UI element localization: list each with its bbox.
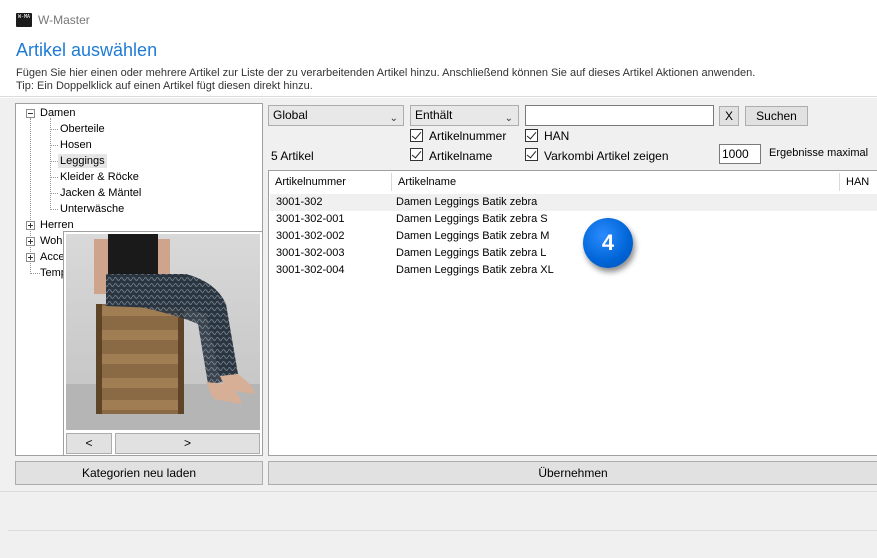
table-row[interactable]: 3001-302-003 Damen Leggings Batik zebra …	[270, 245, 877, 262]
tree-item-unterwaesche[interactable]: Unterwäsche	[60, 202, 124, 216]
cell-artikelnummer: 3001-302-004	[276, 264, 345, 276]
clear-search-button[interactable]: X	[719, 106, 739, 126]
product-image	[66, 234, 260, 430]
table-row[interactable]: 3001-302-002 Damen Leggings Batik zebra …	[270, 228, 877, 245]
table-row[interactable]: 3001-302 Damen Leggings Batik zebra	[270, 194, 877, 211]
window-title: W-Master	[38, 13, 90, 27]
column-header-artikelname[interactable]: Artikelname	[392, 171, 832, 193]
app-icon-text: W-MA	[18, 14, 31, 20]
scope-select-value: Global	[273, 108, 308, 122]
header-divider	[0, 96, 877, 97]
varkombi-checkbox[interactable]	[525, 148, 538, 161]
tree-line	[50, 209, 58, 210]
result-count: 5 Artikel	[271, 149, 314, 163]
varkombi-checkbox-label: Varkombi Artikel zeigen	[544, 149, 669, 163]
tree-line	[50, 118, 51, 210]
expand-icon[interactable]	[26, 253, 35, 262]
tree-item-leggings[interactable]: Leggings	[58, 154, 107, 168]
han-checkbox[interactable]	[525, 129, 538, 142]
tree-line	[30, 118, 31, 274]
status-bar-divider	[8, 530, 877, 531]
cell-artikelname: Damen Leggings Batik zebra L	[396, 247, 547, 259]
description-line-1: Fügen Sie hier einen oder mehrere Artike…	[16, 67, 756, 79]
max-results-input[interactable]	[719, 144, 761, 164]
expand-icon[interactable]	[26, 237, 35, 246]
tree-line	[50, 193, 58, 194]
artikelnummer-checkbox[interactable]	[410, 129, 423, 142]
expand-icon[interactable]	[26, 221, 35, 230]
description-line-2: Tip: Ein Doppelklick auf einen Artikel f…	[16, 80, 313, 92]
scope-select[interactable]: Global ⌄	[268, 105, 404, 126]
chevron-down-icon: ⌄	[504, 113, 513, 124]
han-checkbox-label: HAN	[544, 129, 570, 143]
artikelname-checkbox-label: Artikelname	[429, 149, 493, 163]
tree-item-herren[interactable]: Herren	[40, 218, 74, 232]
mode-select-value: Enthält	[415, 108, 453, 122]
page-description: Fügen Sie hier einen oder mehrere Artike…	[16, 67, 755, 93]
apply-button[interactable]: Übernehmen	[268, 461, 877, 485]
artikelname-checkbox[interactable]	[410, 148, 423, 161]
tree-item-accessoires[interactable]: Acce	[40, 250, 64, 264]
reload-categories-button[interactable]: Kategorien neu laden	[15, 461, 263, 485]
tree-line	[50, 177, 58, 178]
cell-artikelnummer: 3001-302-001	[276, 213, 345, 225]
image-next-button[interactable]: >	[115, 433, 260, 454]
app-icon: W-MA	[16, 13, 32, 27]
cell-artikelname: Damen Leggings Batik zebra XL	[396, 264, 554, 276]
tree-item-damen[interactable]: Damen	[40, 106, 75, 120]
cell-artikelnummer: 3001-302-003	[276, 247, 345, 259]
cell-artikelname: Damen Leggings Batik zebra M	[396, 230, 550, 242]
chevron-down-icon: ⌄	[389, 113, 398, 124]
tree-item-hosen[interactable]: Hosen	[60, 138, 92, 152]
column-header-han[interactable]: HAN	[840, 171, 876, 193]
mode-select[interactable]: Enthält ⌄	[410, 105, 519, 126]
footer-divider	[0, 491, 877, 492]
artikelnummer-checkbox-label: Artikelnummer	[429, 129, 507, 143]
max-results-label: Ergebnisse maximal	[769, 147, 869, 159]
step-number-badge: 4	[583, 218, 633, 268]
search-button[interactable]: Suchen	[745, 106, 808, 126]
cell-artikelname: Damen Leggings Batik zebra	[396, 196, 538, 208]
tree-line	[50, 145, 58, 146]
tree-line	[50, 129, 58, 130]
table-row[interactable]: 3001-302-004 Damen Leggings Batik zebra …	[270, 262, 877, 279]
cell-artikelnummer: 3001-302	[276, 196, 323, 208]
collapse-icon[interactable]	[26, 109, 35, 118]
tree-item-kleider[interactable]: Kleider & Röcke	[60, 170, 139, 184]
search-input[interactable]	[525, 105, 714, 126]
cell-artikelname: Damen Leggings Batik zebra S	[396, 213, 548, 225]
product-photo-illustration	[66, 234, 260, 430]
tree-item-jacken[interactable]: Jacken & Mäntel	[60, 186, 141, 200]
column-header-artikelnummer[interactable]: Artikelnummer	[269, 171, 389, 193]
tree-item-oberteile[interactable]: Oberteile	[60, 122, 105, 136]
page-title: Artikel auswählen	[16, 40, 158, 60]
title-bar	[0, 0, 877, 36]
tree-line	[50, 161, 58, 162]
tree-line	[30, 273, 40, 274]
table-row[interactable]: 3001-302-001 Damen Leggings Batik zebra …	[270, 211, 877, 228]
image-prev-button[interactable]: <	[66, 433, 112, 454]
cell-artikelnummer: 3001-302-002	[276, 230, 345, 242]
